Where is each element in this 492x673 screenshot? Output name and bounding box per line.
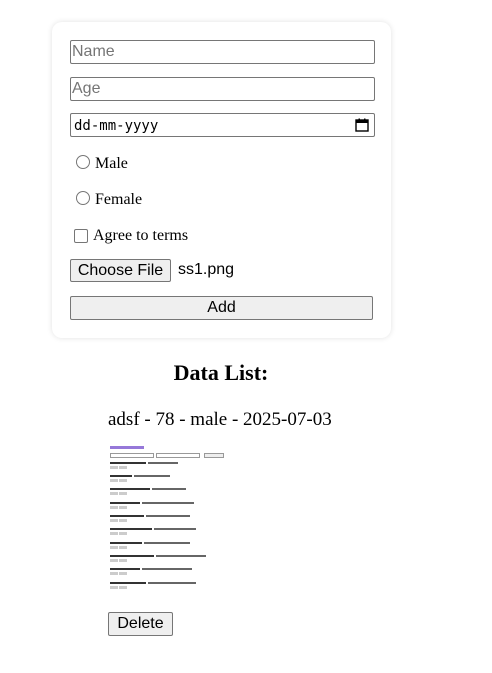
terms-checkbox[interactable] [74,229,88,243]
gender-female-option[interactable]: Female [76,190,142,210]
selected-file-name: ss1.png [178,261,235,278]
date-field[interactable]: dd-mm-yyyy [70,113,375,137]
radio-female[interactable] [76,191,90,205]
date-placeholder: dd-mm-yyyy [74,118,159,134]
delete-button[interactable]: Delete [108,612,173,636]
choose-file-button[interactable]: Choose File [70,259,171,282]
name-field[interactable] [70,40,375,64]
age-field[interactable] [70,77,375,101]
calendar-icon[interactable] [355,118,369,132]
list-item-text: adsf - 78 - male - 2025-07-03 [108,409,332,430]
radio-male-label: Male [95,155,128,172]
terms-option[interactable]: Agree to terms [74,226,188,246]
form-card [52,22,391,338]
gender-male-option[interactable]: Male [76,154,128,174]
terms-label: Agree to terms [93,227,189,244]
radio-female-label: Female [95,191,143,208]
radio-male[interactable] [76,155,90,169]
name-input[interactable] [72,41,373,63]
data-list-title: Data List: [173,360,269,385]
age-input[interactable] [72,78,373,100]
thumbnail-screenshot-image [110,446,206,589]
uploaded-image-thumbnail [108,443,228,595]
add-button[interactable]: Add [70,296,373,320]
